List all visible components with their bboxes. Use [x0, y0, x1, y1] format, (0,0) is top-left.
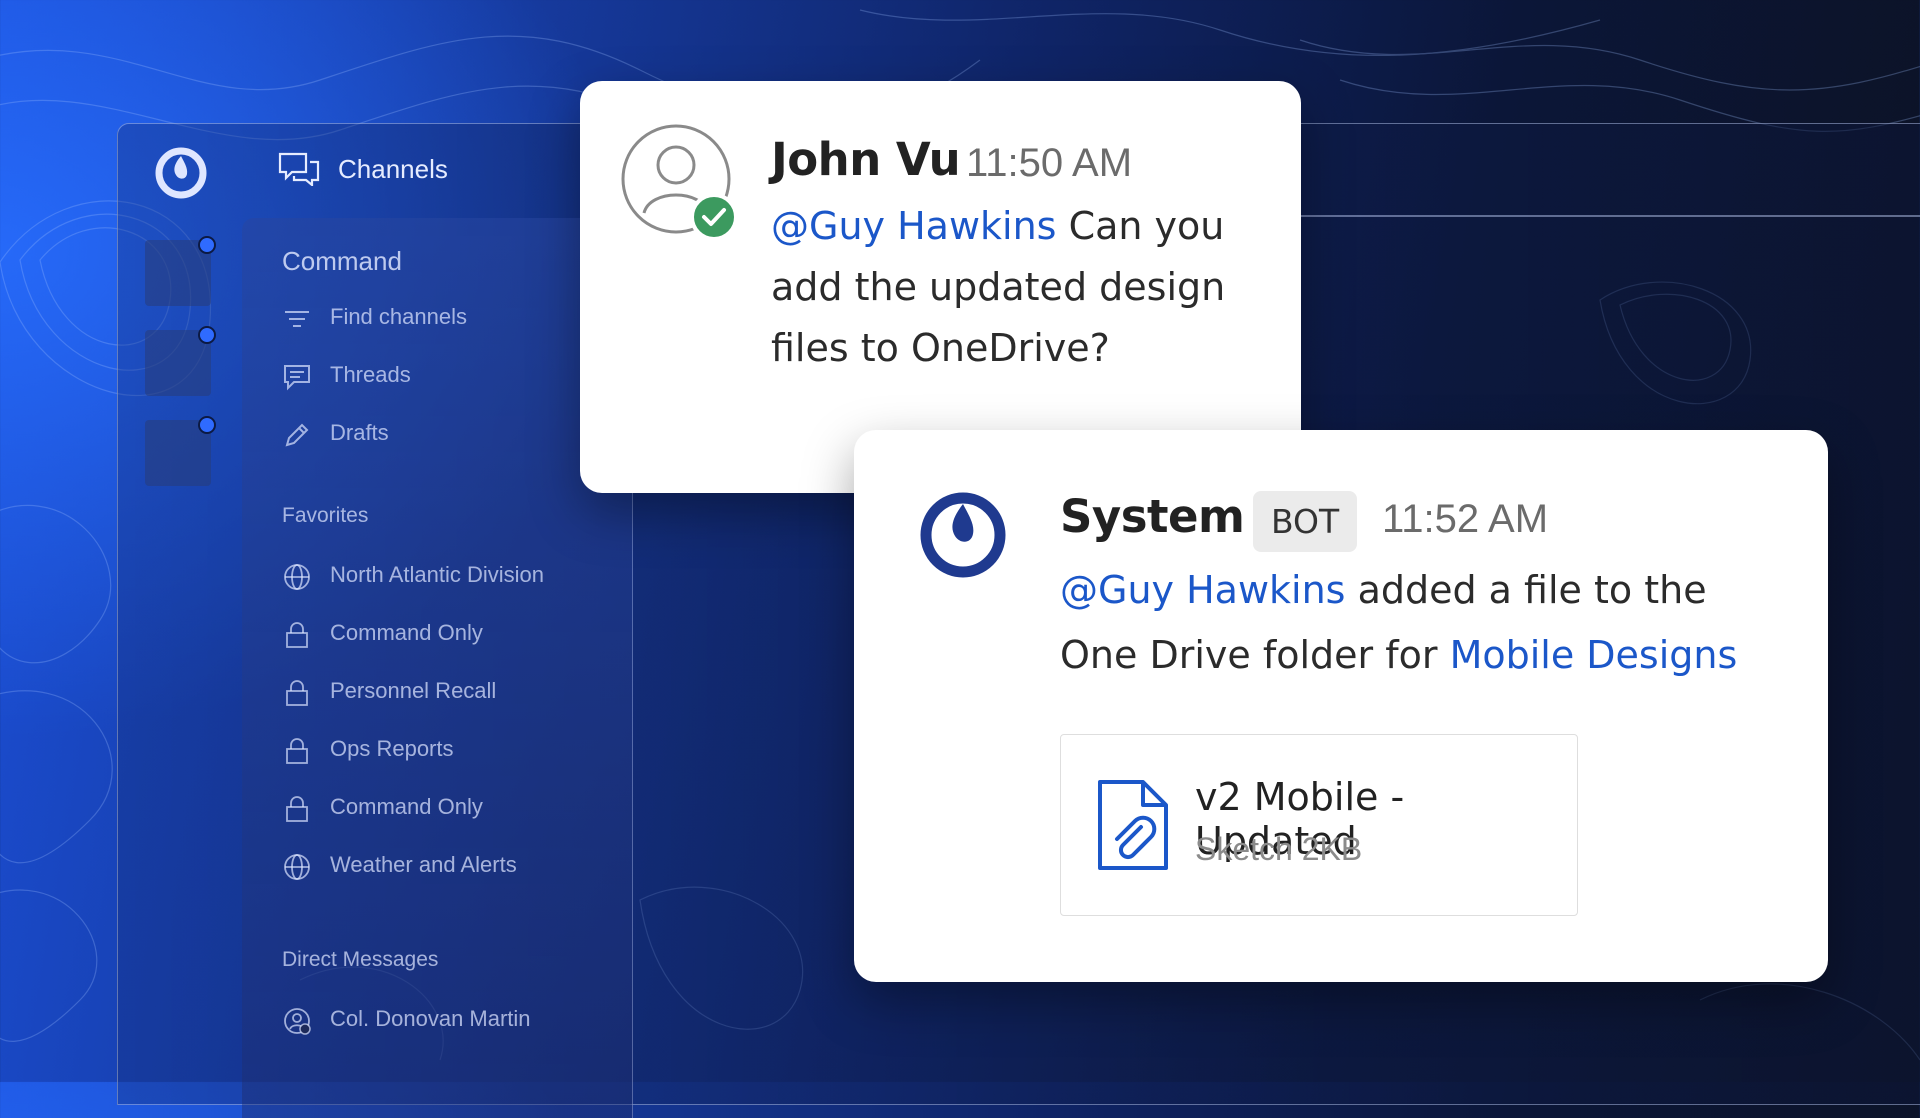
sidebar-item-ops-reports[interactable]: Ops Reports	[330, 736, 454, 762]
user-mention-link[interactable]: @Guy Hawkins	[1060, 568, 1345, 612]
message-text: One Drive folder for	[1060, 633, 1450, 677]
message-timestamp[interactable]: 11:50 AM	[966, 141, 1132, 186]
lock-icon	[286, 738, 308, 764]
unread-badge	[198, 236, 216, 254]
file-attachment-icon	[1098, 780, 1168, 870]
pencil-icon	[285, 423, 309, 447]
team-name[interactable]: Command	[282, 246, 402, 277]
sidebar-item-drafts[interactable]: Drafts	[330, 420, 389, 446]
message-text: files to OneDrive?	[771, 326, 1110, 370]
system-logo-icon	[920, 492, 1006, 578]
message-text: Can you	[1056, 204, 1225, 248]
lock-icon	[286, 680, 308, 706]
channels-icon	[278, 152, 320, 186]
bot-badge: BOT	[1253, 491, 1358, 552]
channel-link[interactable]: Mobile Designs	[1450, 633, 1738, 677]
message-timestamp[interactable]: 11:52 AM	[1382, 497, 1548, 542]
filter-icon	[285, 311, 309, 327]
user-avatar-icon	[621, 124, 738, 241]
sidebar-item-north-atlantic-division[interactable]: North Atlantic Division	[330, 562, 544, 588]
globe-icon	[284, 854, 310, 880]
header-divider	[1300, 215, 1920, 217]
unread-badge	[198, 416, 216, 434]
mattermost-logo-icon	[155, 147, 207, 199]
sidebar-item-threads[interactable]: Threads	[330, 362, 411, 388]
message-author[interactable]: System	[1060, 490, 1245, 543]
sidebar-item-dm-donovan-martin[interactable]: Col. Donovan Martin	[330, 1006, 531, 1032]
sidebar-item-personnel-recall[interactable]: Personnel Recall	[330, 678, 496, 704]
message-card-system: System BOT 11:52 AM @Guy Hawkins added a…	[854, 430, 1828, 982]
lock-icon	[286, 622, 308, 648]
threads-icon	[284, 365, 310, 391]
channel-sidebar: Command Find channels Threads Drafts Fav…	[242, 218, 633, 1118]
message-body: @Guy Hawkins added a file to the One Dri…	[1060, 558, 1737, 688]
favorites-heading[interactable]: Favorites	[282, 504, 368, 528]
globe-icon	[284, 564, 310, 590]
channels-title: Channels	[338, 153, 448, 184]
message-body: @Guy Hawkins Can you add the updated des…	[771, 196, 1225, 379]
lock-icon	[286, 796, 308, 822]
message-author[interactable]: John Vu	[771, 133, 961, 186]
user-status-icon	[284, 1008, 311, 1035]
message-text: added a file to the	[1345, 568, 1707, 612]
sidebar-item-command-only[interactable]: Command Only	[330, 620, 483, 646]
message-text: add the updated design	[771, 265, 1226, 309]
channels-header[interactable]: Channels	[278, 152, 448, 186]
file-attachment[interactable]: v2 Mobile - Updated Sketch 2KB	[1060, 734, 1578, 916]
sidebar-item-weather-and-alerts[interactable]: Weather and Alerts	[330, 852, 517, 878]
sidebar-item-find-channels[interactable]: Find channels	[330, 304, 467, 330]
user-mention-link[interactable]: @Guy Hawkins	[771, 204, 1056, 248]
direct-messages-heading[interactable]: Direct Messages	[282, 948, 438, 972]
unread-badge	[198, 326, 216, 344]
file-meta: Sketch 2KB	[1195, 831, 1363, 867]
sidebar-item-command-only[interactable]: Command Only	[330, 794, 483, 820]
